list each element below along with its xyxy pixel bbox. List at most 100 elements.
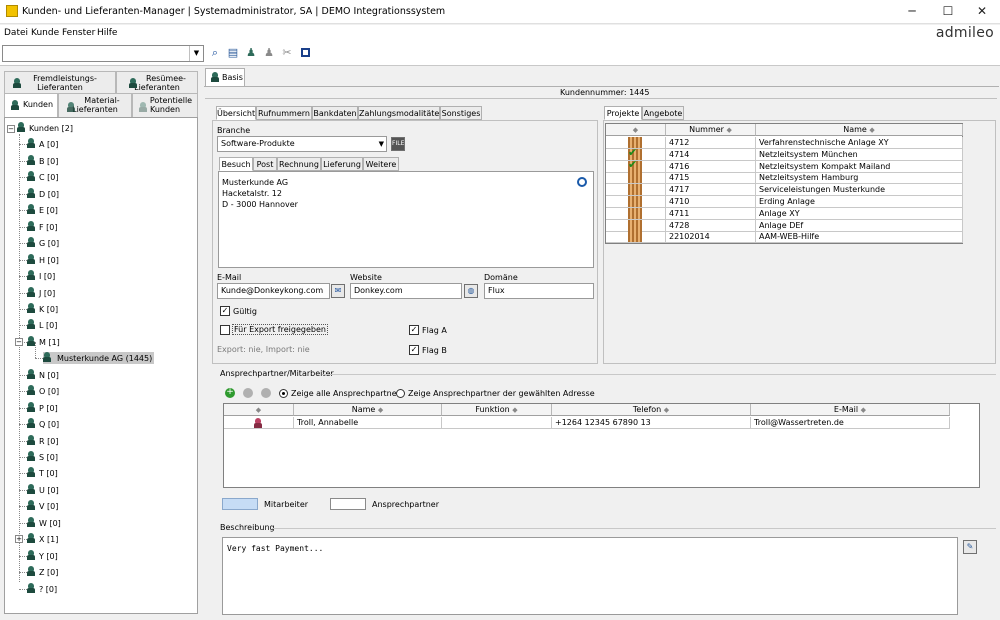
contact-email-header[interactable]: E-Mail ◆	[751, 404, 950, 416]
project-nummer-cell[interactable]: 4728	[666, 219, 756, 232]
menu-kunde[interactable]: Kunde	[31, 28, 59, 38]
tree-item-letter[interactable]: E [0]	[27, 204, 58, 216]
project-nummer-cell[interactable]: 4711	[666, 207, 756, 220]
radio-all-contacts[interactable]	[279, 389, 288, 398]
tree-item-letter[interactable]: L [0]	[27, 319, 57, 331]
project-name-cell[interactable]: Verfahrenstechnische Anlage XY	[756, 137, 963, 149]
table-row[interactable]	[606, 184, 666, 197]
tree-item-letter[interactable]: B [0]	[27, 154, 58, 167]
branche-select[interactable]: Software-Produkte ▼	[217, 136, 387, 152]
table-row[interactable]	[606, 231, 666, 244]
table-row[interactable]: ✔	[606, 160, 666, 173]
project-nummer-header[interactable]: Nummer ◆	[666, 124, 756, 136]
tree-item-letter[interactable]: V [0]	[27, 500, 58, 512]
edit-contact-icon[interactable]	[243, 388, 253, 398]
table-row[interactable]	[606, 196, 666, 208]
stop-icon[interactable]	[298, 46, 312, 60]
search-combo[interactable]: ▼	[2, 45, 204, 62]
tree-item-letter[interactable]: U [0]	[27, 483, 59, 496]
project-name-cell[interactable]: Anlage DEf	[756, 219, 963, 232]
disabled-people-icon[interactable]: ♟	[262, 46, 276, 60]
delete-contact-icon[interactable]	[261, 388, 271, 398]
tab-basis[interactable]: Basis	[205, 68, 245, 86]
search-icon[interactable]: ⌕	[208, 46, 222, 60]
tree-item-letter[interactable]: Z [0]	[27, 566, 58, 578]
table-row[interactable]: ✔	[606, 148, 666, 161]
domaene-field[interactable]: Flux	[484, 283, 594, 299]
tab-post[interactable]: Post	[253, 157, 277, 171]
project-name-cell[interactable]: Netzleitsystem Kompakt Mailand	[756, 160, 963, 173]
project-name-cell[interactable]: Erding Anlage	[756, 196, 963, 208]
close-button[interactable]: ✕	[974, 4, 990, 18]
disabled-tools-icon[interactable]: ✂	[280, 46, 294, 60]
contact-type-header[interactable]: ◆	[224, 404, 294, 416]
project-nummer-cell[interactable]: 4710	[666, 196, 756, 208]
tree-item-letter[interactable]: F [0]	[27, 220, 57, 233]
tab-angebote[interactable]: Angebote	[642, 106, 684, 120]
tree-root[interactable]: Kunden [2]	[17, 122, 73, 134]
tree-item-musterkunde[interactable]: Musterkunde AG (1445)	[43, 352, 155, 365]
tree-item-letter[interactable]: Y [0]	[27, 549, 58, 562]
project-name-header[interactable]: Name ◆	[756, 124, 963, 136]
tree-item-letter[interactable]: G [0]	[27, 237, 59, 249]
project-nummer-cell[interactable]: 4717	[666, 184, 756, 197]
contact-telefon-cell[interactable]: +1264 12345 67890 13	[552, 417, 751, 429]
gueltig-checkbox[interactable]: ✓	[220, 306, 230, 316]
tab-zahlungsmodalitaeten[interactable]: Zahlungsmodalitäten	[358, 106, 444, 120]
tree-item-letter[interactable]: H [0]	[27, 253, 59, 266]
flag-a-checkbox[interactable]: ✓	[409, 325, 419, 335]
tree-item-letter[interactable]: S [0]	[27, 451, 58, 463]
tree-item-letter[interactable]: K [0]	[27, 302, 58, 315]
website-field[interactable]: Donkey.com	[350, 283, 462, 299]
tree-item-letter[interactable]: O [0]	[27, 385, 59, 397]
tab-rufnummern[interactable]: Rufnummern	[256, 106, 312, 120]
tree-item-letter[interactable]: A [0]	[27, 138, 58, 150]
tree-item-letter[interactable]: D [0]	[27, 187, 59, 200]
table-row[interactable]	[224, 417, 294, 429]
menu-hilfe[interactable]: Hilfe	[97, 28, 117, 38]
people-icon[interactable]: ♟	[244, 46, 258, 60]
chevron-down-icon[interactable]: ▼	[189, 46, 203, 61]
collapse-icon[interactable]: −	[15, 337, 23, 346]
globe-icon[interactable]: ◍	[464, 284, 478, 298]
project-nummer-cell[interactable]: 4714	[666, 148, 756, 161]
project-name-cell[interactable]: Serviceleistungen Musterkunde	[756, 184, 963, 197]
project-name-cell[interactable]: AAM-WEB-Hilfe	[756, 231, 963, 244]
tab-projekte[interactable]: Projekte	[604, 106, 642, 120]
contact-email-cell[interactable]: Troll@Wassertreten.de	[751, 417, 950, 429]
project-name-cell[interactable]: Anlage XY	[756, 207, 963, 220]
beschreibung-textarea[interactable]: Very fast Payment...	[222, 537, 958, 615]
minimize-button[interactable]: ─	[904, 4, 920, 18]
tab-kunden[interactable]: Kunden	[4, 93, 58, 117]
maximize-button[interactable]: ☐	[940, 4, 956, 18]
tab-uebersicht[interactable]: Übersicht	[216, 106, 256, 120]
tab-bankdaten[interactable]: Bankdaten	[312, 106, 358, 120]
project-name-cell[interactable]: Netzleitsystem Hamburg	[756, 172, 963, 185]
tree-item-letter[interactable]: I [0]	[27, 270, 55, 282]
tree-item-letter[interactable]: J [0]	[27, 286, 55, 299]
expand-icon[interactable]: +	[15, 535, 23, 544]
address-textarea[interactable]: Musterkunde AG Hacketalstr. 12 D - 3000 …	[218, 171, 594, 268]
search-list-icon[interactable]: ▤	[226, 46, 240, 60]
tab-resuemee-lieferanten[interactable]: Resümee- Lieferanten	[116, 71, 198, 93]
tab-potentielle-kunden[interactable]: Potentielle Kunden	[132, 93, 198, 117]
collapse-icon[interactable]: −	[7, 125, 15, 133]
project-nummer-cell[interactable]: 4715	[666, 172, 756, 185]
flag-b-checkbox[interactable]: ✓	[409, 345, 419, 355]
contact-telefon-header[interactable]: Telefon ◆	[552, 404, 751, 416]
tree-item-letter[interactable]: M [1]	[27, 335, 60, 348]
export-checkbox[interactable]	[220, 325, 230, 335]
tab-sonstiges[interactable]: Sonstiges	[440, 106, 482, 120]
table-row[interactable]	[606, 219, 666, 232]
tree-item-letter[interactable]: C [0]	[27, 171, 58, 183]
tab-rechnung[interactable]: Rechnung	[277, 157, 321, 171]
tab-material-lieferanten[interactable]: Material- Lieferanten	[58, 93, 132, 117]
tree-item-letter[interactable]: R [0]	[27, 434, 58, 447]
menu-fenster[interactable]: Fenster	[62, 28, 95, 38]
project-nummer-cell[interactable]: 4716	[666, 160, 756, 173]
mail-icon[interactable]: ✉	[331, 284, 345, 298]
project-nummer-cell[interactable]: 22102014	[666, 231, 756, 244]
table-row[interactable]	[606, 207, 666, 220]
add-contact-icon[interactable]: +	[225, 388, 235, 398]
project-name-cell[interactable]: Netzleitsystem München	[756, 148, 963, 161]
